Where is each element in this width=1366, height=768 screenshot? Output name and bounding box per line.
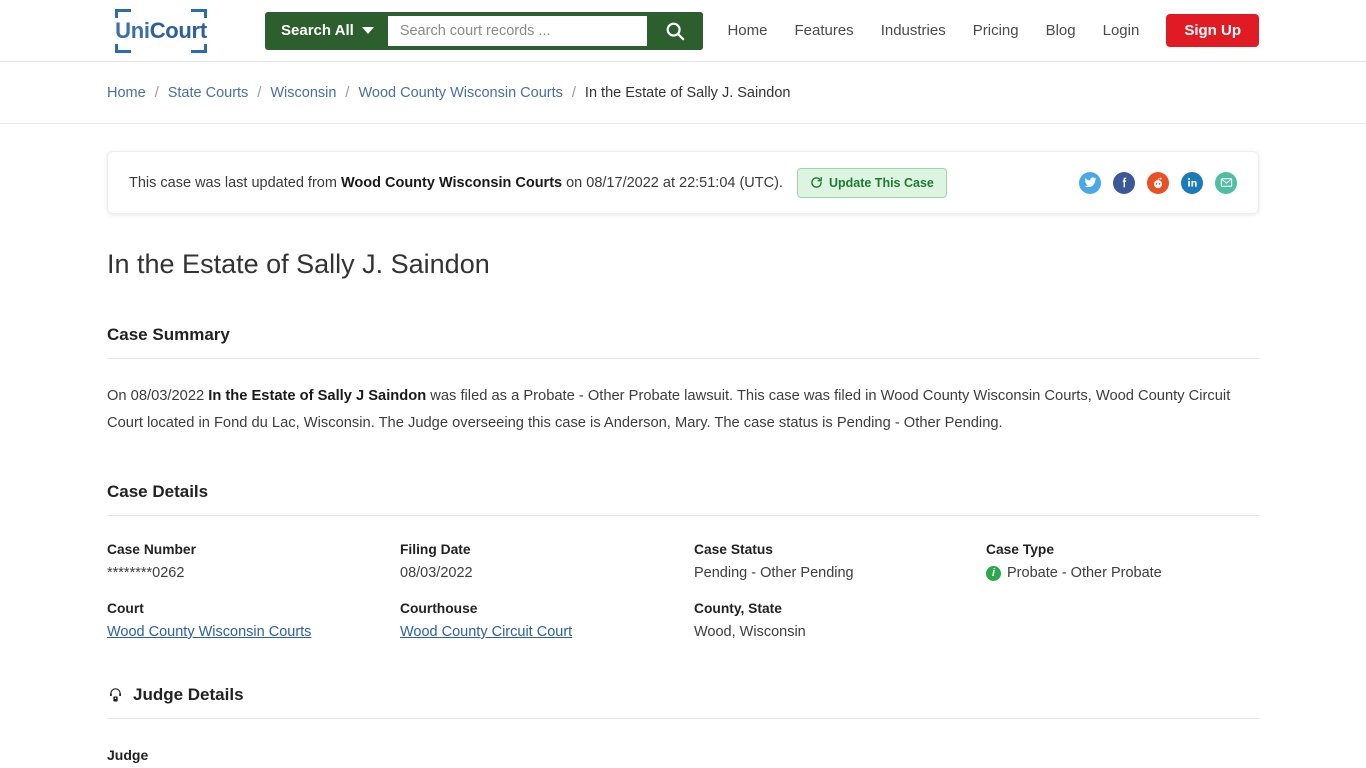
county-state-value: Wood, Wisconsin [694,624,806,640]
update-this-case-label: Update This Case [828,175,934,190]
nav-item-industries[interactable]: Industries [881,22,946,39]
case-details-grid: Case Number ********0262 Filing Date 08/… [107,542,1259,640]
judge-details-heading-label: Judge Details [133,685,244,704]
breadcrumb-item-wood-county-wisconsin-courts[interactable]: Wood County Wisconsin Courts [358,85,562,101]
case-details-heading: Case Details [107,482,1259,516]
case-detail-empty-cell [986,601,1259,640]
email-share-icon[interactable] [1215,171,1237,194]
court-value-wrap: Wood County Wisconsin Courts [107,624,400,640]
case-detail-case-number: Case Number ********0262 [107,542,400,581]
courthouse-value-wrap: Wood County Circuit Court [400,624,694,640]
notice-prefix: This case was last updated from [129,174,341,191]
logo-text-uni: Uni [115,17,150,43]
case-type-value: Probate - Other Probate [1007,565,1162,581]
breadcrumb-item-wisconsin[interactable]: Wisconsin [270,85,336,101]
linkedin-share-icon[interactable] [1181,171,1203,194]
case-number-value: ********0262 [107,565,185,581]
update-this-case-button[interactable]: Update This Case [796,167,947,198]
case-type-label: Case Type [986,542,1054,557]
search-submit-button[interactable] [647,11,703,50]
breadcrumb-item-current: In the Estate of Sally J. Saindon [584,84,791,101]
judge-field-label: Judge [107,747,149,763]
case-status-label: Case Status [694,542,773,557]
notice-suffix: on 08/17/2022 at 22:51:04 (UTC). [562,174,783,191]
search-input[interactable] [387,15,647,46]
nav-item-login[interactable]: Login [1103,22,1140,39]
case-detail-county-state: County, State Wood, Wisconsin [694,601,986,640]
logo-text-court: Court [149,17,207,43]
page-title: In the Estate of Sally J. Saindon [107,249,490,279]
case-detail-case-type: Case Type i Probate - Other Probate [986,542,1259,581]
nav-item-home[interactable]: Home [727,22,767,39]
breadcrumb-separator: / [571,84,576,101]
logo-text: UniCourt [112,17,210,44]
filing-date-value: 08/03/2022 [400,565,473,581]
breadcrumb-item-state-courts[interactable]: State Courts [168,85,249,101]
case-details-heading-label: Case Details [107,482,209,501]
case-summary-heading-label: Case Summary [107,325,230,344]
summary-text-before: On 08/03/2022 [107,388,209,404]
county-state-label: County, State [694,601,782,616]
case-detail-case-status: Case Status Pending - Other Pending [694,542,986,581]
search-icon [666,22,685,40]
nav-item-features[interactable]: Features [794,22,853,39]
sign-up-button[interactable]: Sign Up [1166,14,1259,47]
breadcrumb-separator: / [257,84,262,101]
last-updated-notice: This case was last updated from Wood Cou… [107,151,1259,214]
info-icon[interactable]: i [986,565,1001,581]
last-updated-text: This case was last updated from Wood Cou… [129,175,783,191]
main-content: This case was last updated from Wood Cou… [0,151,1366,768]
search-bar: Search All [265,11,703,50]
nav-item-pricing[interactable]: Pricing [973,22,1019,39]
case-summary-text: On 08/03/2022 In the Estate of Sally J S… [107,383,1247,437]
court-label: Court [107,601,144,616]
main-navigation: Home Features Industries Pricing Blog Lo… [727,14,1259,47]
breadcrumb-separator: / [154,84,159,101]
breadcrumb-bar: Home / State Courts / Wisconsin / Wood C… [0,62,1366,124]
social-share-group [1079,171,1237,194]
summary-case-name: In the Estate of Sally J Saindon [208,388,427,404]
reddit-share-icon[interactable] [1147,171,1169,194]
search-scope-label: Search All [281,22,354,39]
case-detail-courthouse: Courthouse Wood County Circuit Court [400,601,694,640]
case-type-value-wrap: i Probate - Other Probate [986,565,1259,581]
chevron-down-icon [361,27,374,34]
nav-item-blog[interactable]: Blog [1046,22,1076,39]
site-header: UniCourt Search All Home Features Indust… [0,0,1366,62]
filing-date-label: Filing Date [400,542,471,557]
courthouse-link[interactable]: Wood County Circuit Court [400,624,572,640]
judge-icon [109,687,122,701]
refresh-icon [811,177,822,188]
breadcrumb-item-home[interactable]: Home [107,85,146,101]
case-summary-heading: Case Summary [107,325,1259,359]
court-link[interactable]: Wood County Wisconsin Courts [107,624,311,640]
notice-source: Wood County Wisconsin Courts [340,174,563,191]
judge-details-heading: Judge Details [107,685,1259,719]
case-status-value: Pending - Other Pending [694,565,854,581]
facebook-share-icon[interactable] [1113,171,1135,194]
case-number-label: Case Number [107,542,196,557]
breadcrumb: Home / State Courts / Wisconsin / Wood C… [107,85,790,101]
case-detail-court: Court Wood County Wisconsin Courts [107,601,400,640]
breadcrumb-separator: / [345,84,350,101]
search-scope-dropdown[interactable]: Search All [265,12,388,50]
unicourt-logo[interactable]: UniCourt [107,8,215,53]
courthouse-label: Courthouse [400,601,478,616]
twitter-share-icon[interactable] [1079,171,1101,194]
case-detail-filing-date: Filing Date 08/03/2022 [400,542,694,581]
